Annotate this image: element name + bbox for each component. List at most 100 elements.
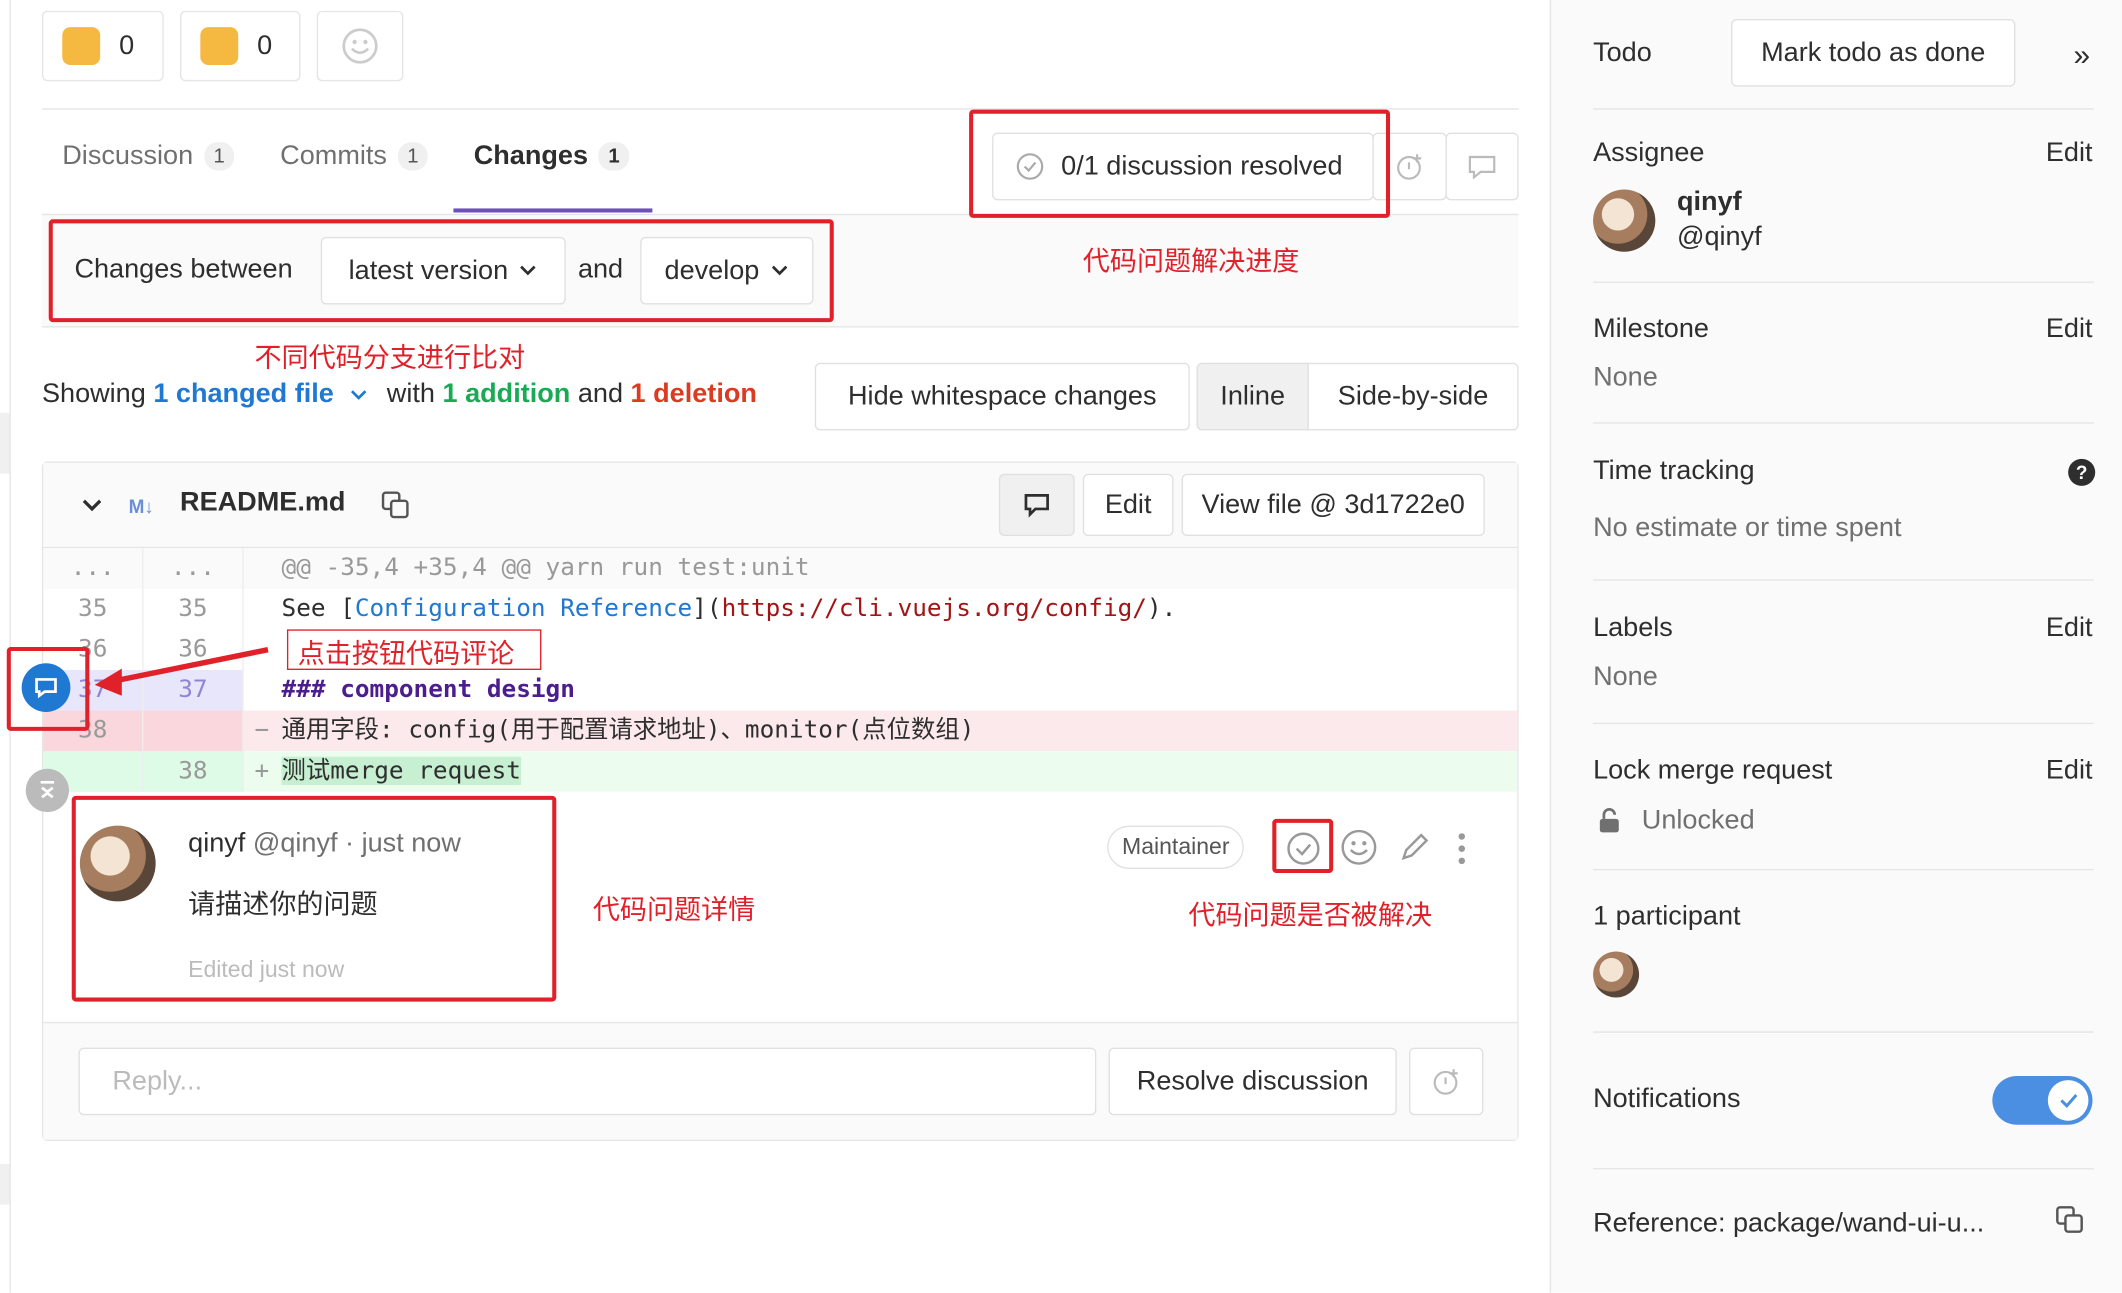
annotation-click: 点击按钮代码评论: [297, 637, 515, 670]
thumbs-down-count: 0: [257, 30, 273, 61]
add-reaction-button[interactable]: [316, 10, 404, 82]
line-number-new: ...: [143, 548, 244, 589]
compare-prefix: Changes between: [74, 254, 293, 285]
diff-line-deleted: 38 − 通用字段: config(用于配置请求地址)、monitor(点位数组…: [43, 710, 1518, 752]
line-code: ### component design: [281, 675, 575, 704]
reply-input[interactable]: Reply...: [78, 1047, 1097, 1116]
line-number-old: ...: [43, 548, 144, 589]
new-issue-icon: [1432, 1069, 1458, 1095]
compare-from-dropdown[interactable]: latest version: [320, 236, 566, 305]
tab-count: 1: [598, 142, 630, 171]
add-diff-comment-button[interactable]: [21, 663, 71, 712]
line-number-new[interactable]: [143, 710, 244, 752]
annotation-progress: 代码问题解决进度: [1082, 244, 1300, 278]
jump-to-next-unresolved-button[interactable]: [1372, 132, 1447, 201]
hide-whitespace-button[interactable]: Hide whitespace changes: [814, 362, 1190, 431]
inline-view-button[interactable]: Inline: [1196, 362, 1309, 431]
discussion-status-label: 0/1 discussion resolved: [1061, 150, 1343, 181]
toggle-discussions-button[interactable]: [1445, 132, 1519, 201]
markdown-file-icon: M↓: [128, 495, 154, 518]
resolve-in-new-issue-button[interactable]: [1408, 1047, 1484, 1116]
hunk-header: @@ -35,4 +35,4 @@ yarn run test:unit: [281, 553, 810, 583]
diff-summary: Showing 1 changed file with 1 addition a…: [42, 379, 757, 410]
chevron-down-icon: [351, 390, 367, 400]
tab-commits[interactable]: Commits 1: [280, 141, 429, 172]
tab-discussion[interactable]: Discussion 1: [62, 140, 235, 172]
notifications-toggle[interactable]: [1992, 1076, 2093, 1125]
comment-icon: [1468, 155, 1496, 180]
resolve-discussion-button[interactable]: Resolve discussion: [1108, 1047, 1397, 1116]
assignee-label: Assignee: [1593, 138, 1705, 168]
summary-and: and: [577, 378, 624, 409]
collapse-discussion-button[interactable]: [25, 768, 70, 813]
edit-file-label: Edit: [1104, 489, 1152, 520]
side-by-side-button[interactable]: Side-by-side: [1307, 362, 1519, 431]
annotation-compare: 不同代码分支进行比对: [254, 341, 526, 374]
add-reaction-icon[interactable]: [1340, 828, 1378, 866]
diff-line: 35 35 See [Configuration Reference](http…: [43, 588, 1517, 630]
chevron-down-icon: [771, 265, 788, 276]
collapse-sidebar-icon[interactable]: »: [2074, 38, 2091, 73]
labels-edit-link[interactable]: Edit: [2046, 613, 2093, 644]
line-number-new[interactable]: 38: [143, 751, 244, 792]
milestone-value: None: [1593, 362, 1658, 393]
view-file-button[interactable]: View file @ 3d1722e0: [1181, 473, 1485, 536]
tab-count: 1: [397, 142, 429, 171]
line-number-old[interactable]: 38: [43, 710, 144, 752]
deletion-marker: −: [254, 716, 270, 745]
assignee-edit-link[interactable]: Edit: [2046, 138, 2093, 169]
view-file-label: View file @ 3d1722e0: [1201, 489, 1465, 520]
copy-reference-icon[interactable]: [2055, 1205, 2085, 1235]
comment-author-handle[interactable]: @qinyf: [253, 828, 338, 858]
code-url: https://cli.vuejs.org/config/: [721, 594, 1147, 623]
active-tab-indicator: [453, 208, 653, 213]
participant-avatar[interactable]: [1593, 951, 1640, 998]
edit-pencil-icon[interactable]: [1398, 831, 1430, 863]
thumbs-up-award-button[interactable]: 0: [41, 10, 164, 82]
thumbs-up-count: 0: [119, 30, 135, 61]
labels-label: Labels: [1593, 613, 1673, 643]
more-actions-icon[interactable]: [1456, 831, 1467, 866]
comment-body: 请描述你的问题: [188, 887, 378, 921]
comment-author-avatar[interactable]: [79, 825, 156, 902]
assignee-name[interactable]: qinyf: [1677, 187, 1742, 218]
lock-label: Lock merge request: [1593, 755, 1833, 786]
labels-value: None: [1593, 661, 1658, 692]
thumbs-down-icon: [200, 27, 239, 65]
tab-changes[interactable]: Changes 1: [474, 141, 630, 172]
participants-label: 1 participant: [1593, 901, 1741, 932]
comment-author-name[interactable]: qinyf: [188, 828, 245, 858]
line-number-new[interactable]: 35: [143, 588, 244, 630]
toggle-comments-button[interactable]: [998, 473, 1075, 536]
comment-icon: [35, 678, 57, 699]
summary-with: with: [386, 378, 435, 409]
time-tracking-value: No estimate or time spent: [1593, 512, 1902, 543]
reference-label: Reference: package/wand-ui-u...: [1593, 1208, 1985, 1239]
edit-file-button[interactable]: Edit: [1082, 473, 1174, 536]
assignee-avatar[interactable]: [1593, 189, 1656, 252]
resolve-discussion-label: Resolve discussion: [1136, 1065, 1369, 1096]
thumbs-down-award-button[interactable]: 0: [180, 10, 301, 82]
comment-time: · just now: [345, 828, 461, 859]
collapse-chevron-icon[interactable]: [81, 498, 103, 514]
time-tracking-label: Time tracking: [1593, 456, 1755, 486]
lock-edit-link[interactable]: Edit: [2046, 755, 2093, 786]
line-number-old[interactable]: 35: [43, 588, 144, 630]
summary-deletions: 1 deletion: [630, 378, 757, 409]
line-code: 测试merge request: [281, 751, 521, 792]
thumbs-up-icon: [62, 27, 101, 65]
mark-todo-done-button[interactable]: Mark todo as done: [1731, 18, 2016, 87]
side-by-side-label: Side-by-side: [1337, 381, 1489, 411]
resolve-check-icon[interactable]: [1286, 831, 1321, 866]
compare-to-dropdown[interactable]: develop: [640, 236, 814, 305]
line-code: 通用字段: config(用于配置请求地址)、monitor(点位数组): [281, 716, 975, 745]
diff-file: M↓ README.md Edit View file @ 3d1722e0 .…: [41, 461, 1519, 1142]
comment-edited: Edited just now: [188, 956, 345, 983]
addition-marker: +: [254, 756, 270, 786]
changed-files-dropdown[interactable]: 1 changed file: [153, 379, 334, 409]
milestone-edit-link[interactable]: Edit: [2046, 314, 2093, 345]
discussion-resolved-status: 0/1 discussion resolved: [992, 132, 1374, 201]
copy-path-icon[interactable]: [380, 490, 410, 520]
help-icon[interactable]: ?: [2068, 458, 2096, 486]
tab-label: Discussion: [62, 140, 194, 171]
